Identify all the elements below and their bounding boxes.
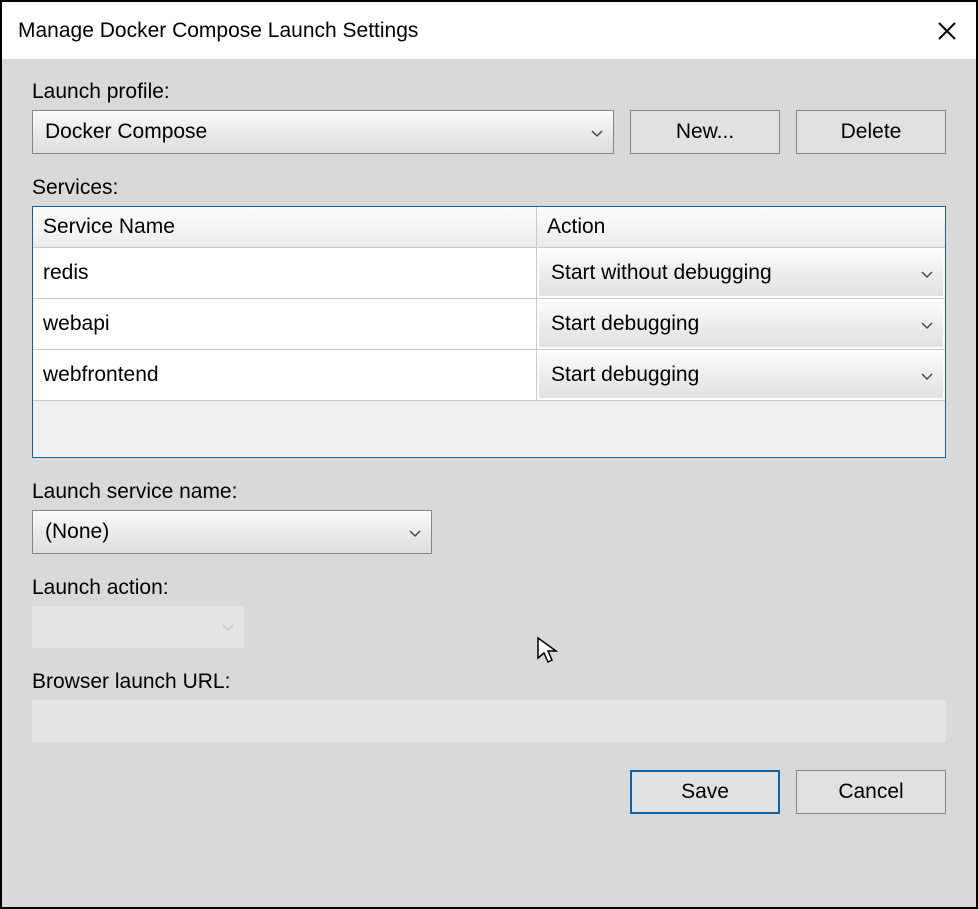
cancel-button[interactable]: Cancel xyxy=(796,770,946,814)
launch-profile-label: Launch profile: xyxy=(32,80,946,104)
service-action-combo[interactable]: Start without debugging xyxy=(539,250,943,296)
service-action-cell: Start debugging xyxy=(537,299,945,349)
dialog-window: Manage Docker Compose Launch Settings La… xyxy=(0,0,978,909)
launch-action-combo xyxy=(32,606,244,648)
chevron-down-icon xyxy=(921,312,933,336)
launch-profile-combo[interactable]: Docker Compose xyxy=(32,110,614,154)
chevron-down-icon xyxy=(222,616,234,638)
table-row: webfrontend Start debugging xyxy=(33,350,945,401)
service-name-cell: redis xyxy=(33,248,537,298)
table-row: webapi Start debugging xyxy=(33,299,945,350)
launch-profile-value: Docker Compose xyxy=(45,120,207,144)
services-table: Service Name Action redis Start without … xyxy=(32,206,946,458)
service-name-cell: webfrontend xyxy=(33,350,537,400)
save-button[interactable]: Save xyxy=(630,770,780,814)
launch-action-label: Launch action: xyxy=(32,576,946,600)
col-header-name[interactable]: Service Name xyxy=(33,207,537,247)
dialog-title: Manage Docker Compose Launch Settings xyxy=(18,19,418,43)
chevron-down-icon xyxy=(921,363,933,387)
service-action-cell: Start without debugging xyxy=(537,248,945,298)
launch-service-name-combo[interactable]: (None) xyxy=(32,510,432,554)
delete-button[interactable]: Delete xyxy=(796,110,946,154)
dialog-content: Launch profile: Docker Compose New... De… xyxy=(2,60,976,907)
table-row: redis Start without debugging xyxy=(33,248,945,299)
dialog-footer: Save Cancel xyxy=(32,742,946,814)
chevron-down-icon xyxy=(921,261,933,285)
service-name-cell: webapi xyxy=(33,299,537,349)
table-header: Service Name Action xyxy=(33,207,945,248)
services-label: Services: xyxy=(32,176,946,200)
titlebar: Manage Docker Compose Launch Settings xyxy=(2,2,976,60)
service-action-combo[interactable]: Start debugging xyxy=(539,352,943,398)
service-action-cell: Start debugging xyxy=(537,350,945,400)
launch-service-name-label: Launch service name: xyxy=(32,480,946,504)
launch-profile-row: Docker Compose New... Delete xyxy=(32,110,946,154)
close-icon[interactable] xyxy=(936,20,958,42)
new-button[interactable]: New... xyxy=(630,110,780,154)
chevron-down-icon xyxy=(591,120,603,144)
service-action-combo[interactable]: Start debugging xyxy=(539,301,943,347)
col-header-action[interactable]: Action xyxy=(537,207,945,247)
chevron-down-icon xyxy=(409,520,421,544)
browser-launch-url-input xyxy=(32,700,946,742)
browser-launch-url-label: Browser launch URL: xyxy=(32,670,946,694)
